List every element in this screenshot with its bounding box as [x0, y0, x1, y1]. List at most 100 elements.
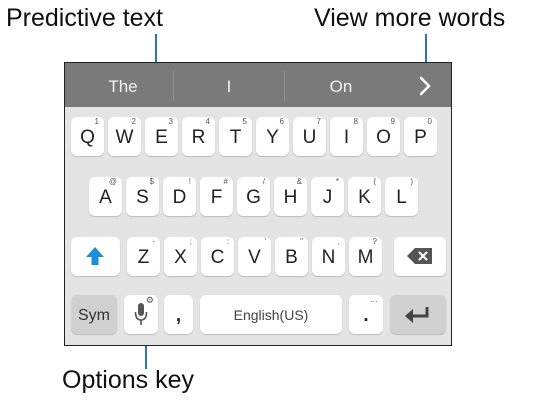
- key-label: P: [414, 127, 427, 148]
- key-label: I: [343, 127, 350, 148]
- enter-icon: [405, 307, 429, 323]
- key-y[interactable]: 6Y: [256, 117, 289, 156]
- space-key[interactable]: English(US): [200, 295, 342, 334]
- view-more-words-button[interactable]: [407, 63, 443, 107]
- key-x[interactable]: ; X: [164, 237, 197, 276]
- key-e[interactable]: 3E: [145, 117, 178, 156]
- microphone-icon: [134, 303, 148, 325]
- key-hint: ?: [372, 237, 377, 246]
- key-label: X: [174, 247, 187, 268]
- key-hint: ): [410, 177, 413, 186]
- key-label: O: [376, 127, 391, 148]
- backspace-icon: [407, 248, 432, 264]
- options-mic-key[interactable]: ⚙: [124, 295, 158, 334]
- period-key-label: .: [363, 305, 369, 326]
- comma-key-label: ,: [175, 305, 182, 326]
- key-hint: 4: [205, 117, 210, 126]
- key-label: R: [191, 127, 206, 148]
- key-i[interactable]: 8I: [330, 117, 363, 156]
- key-d[interactable]: ! D: [163, 177, 196, 216]
- suggestion-1[interactable]: The: [73, 63, 173, 107]
- key-r[interactable]: 4R: [182, 117, 215, 156]
- key-label: C: [210, 247, 225, 268]
- key-label: H: [283, 187, 298, 208]
- chevron-right-icon: [419, 76, 431, 96]
- key-u[interactable]: 7U: [293, 117, 326, 156]
- key-hint: ,: [337, 237, 340, 246]
- shift-arrow-icon: [86, 247, 104, 265]
- key-v[interactable]: ' V: [238, 237, 271, 276]
- key-hint: ": [300, 237, 303, 246]
- key-s[interactable]: $ S: [126, 177, 159, 216]
- key-t[interactable]: 5T: [219, 117, 252, 156]
- key-hint: $: [149, 177, 154, 186]
- key-hint: :: [226, 237, 229, 246]
- period-key[interactable]: … .: [349, 295, 383, 334]
- key-j[interactable]: * J: [311, 177, 344, 216]
- key-n[interactable]: ,N: [312, 237, 345, 276]
- prediction-bar: The I On: [65, 63, 451, 107]
- key-hint: !: [188, 177, 191, 186]
- key-hint: 8: [353, 117, 358, 126]
- period-key-hint: …: [370, 295, 378, 304]
- key-m[interactable]: ? M: [349, 237, 382, 276]
- key-a[interactable]: @ A: [89, 177, 122, 216]
- shift-key[interactable]: [71, 237, 120, 276]
- key-label: U: [302, 127, 317, 148]
- key-hint: *: [335, 177, 339, 186]
- key-b[interactable]: " B: [275, 237, 308, 276]
- key-hint: 0: [427, 117, 432, 126]
- key-hint: 7: [316, 117, 321, 126]
- key-label: S: [136, 187, 149, 208]
- key-f[interactable]: # F: [200, 177, 233, 216]
- key-label: W: [115, 127, 134, 148]
- key-label: K: [358, 187, 371, 208]
- key-hint: 9: [390, 117, 395, 126]
- key-label: Z: [137, 247, 150, 268]
- suggestion-3[interactable]: On: [285, 63, 397, 107]
- key-hint: (: [373, 177, 376, 186]
- key-hint: /: [262, 177, 265, 186]
- key-z[interactable]: -Z: [127, 237, 160, 276]
- key-k[interactable]: (K: [348, 177, 381, 216]
- key-p[interactable]: 0P: [404, 117, 437, 156]
- key-hint: ': [264, 237, 266, 246]
- key-hint: -: [152, 237, 155, 246]
- key-label: G: [246, 187, 261, 208]
- key-w[interactable]: 2W: [108, 117, 141, 156]
- backspace-key[interactable]: [394, 237, 446, 276]
- key-h[interactable]: & H: [274, 177, 307, 216]
- key-label: M: [357, 247, 374, 268]
- sym-key[interactable]: Sym: [71, 295, 117, 334]
- key-label: A: [99, 187, 112, 208]
- key-hint: #: [223, 177, 228, 186]
- key-label: D: [172, 187, 187, 208]
- key-label: V: [248, 247, 261, 268]
- key-label: L: [396, 187, 407, 208]
- key-hint: @: [108, 177, 117, 186]
- key-label: B: [285, 247, 298, 268]
- key-hint: ;: [189, 237, 192, 246]
- key-label: J: [322, 187, 333, 208]
- key-hint: 2: [131, 117, 136, 126]
- key-hint: 1: [94, 117, 99, 126]
- sym-key-label: Sym: [78, 307, 110, 324]
- key-hint: 5: [242, 117, 247, 126]
- key-g[interactable]: / G: [237, 177, 270, 216]
- key-label: T: [229, 127, 242, 148]
- key-label: Q: [80, 127, 95, 148]
- key-q[interactable]: 1Q: [71, 117, 104, 156]
- key-l[interactable]: ) L: [385, 177, 418, 216]
- view-more-words-callout: View more words: [314, 4, 506, 32]
- key-label: F: [210, 187, 223, 208]
- key-label: Y: [266, 127, 279, 148]
- keyboard: The I On 1 Q 2 W 3 E 4 R 5 T 6 Y 7 U 8 I 9 O 0 P @ A $ S! D # F / G &…: [64, 62, 452, 346]
- key-c[interactable]: :C: [201, 237, 234, 276]
- key-label: N: [321, 247, 336, 268]
- suggestion-2[interactable]: I: [174, 63, 284, 107]
- comma-key[interactable]: ,: [164, 295, 193, 334]
- key-o[interactable]: 9O: [367, 117, 400, 156]
- enter-key[interactable]: [390, 295, 446, 334]
- key-label: E: [155, 127, 168, 148]
- space-key-label: English(US): [233, 307, 309, 323]
